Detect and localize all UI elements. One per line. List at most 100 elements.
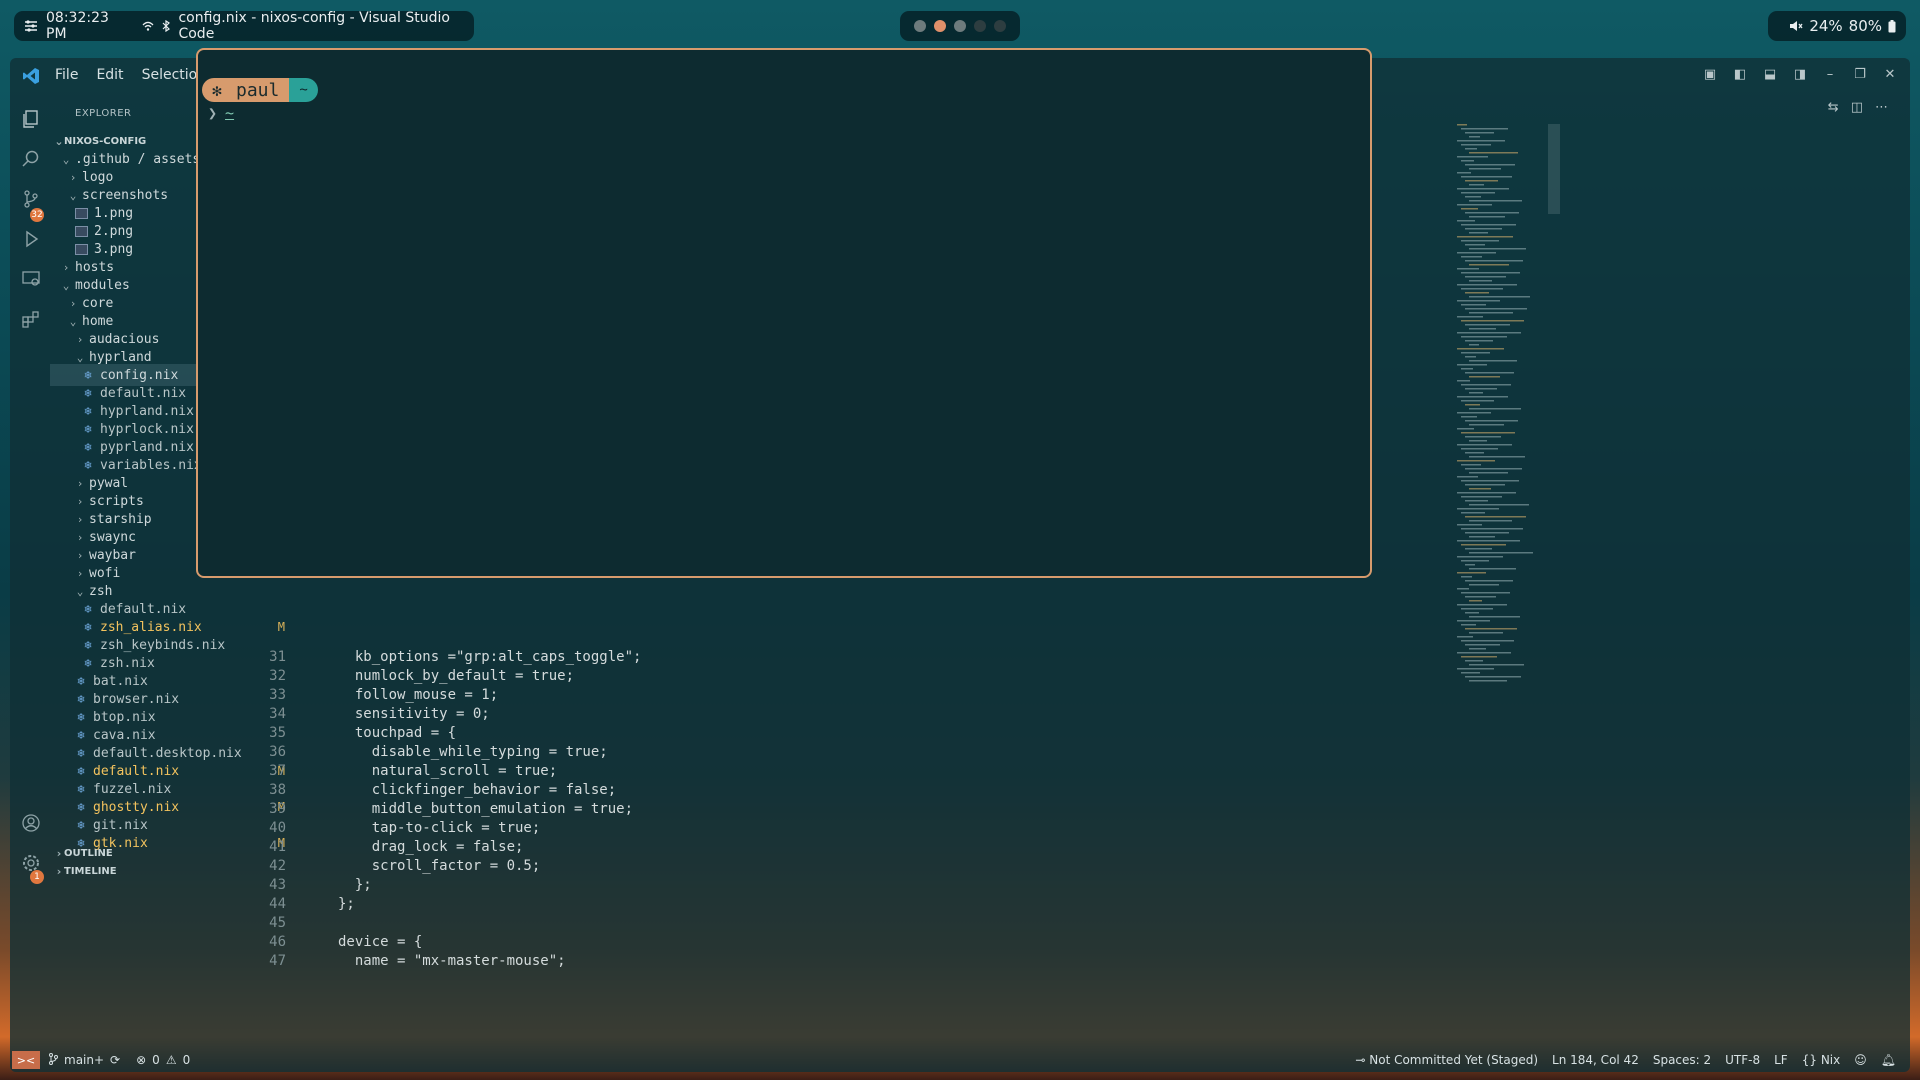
- minimap-line: [1457, 540, 1520, 542]
- tree-label: hyprlock.nix: [100, 421, 194, 437]
- accounts-icon[interactable]: [20, 812, 42, 834]
- bluetooth-icon[interactable]: [162, 20, 171, 32]
- close-icon[interactable]: ✕: [1882, 66, 1898, 82]
- workspace-dot-4[interactable]: [974, 20, 986, 32]
- chevron-right-icon: ›: [76, 512, 84, 526]
- chevron-down-icon: ⌄: [62, 152, 70, 166]
- minimap-line: [1465, 292, 1489, 294]
- workspace-dot-5[interactable]: [994, 20, 1006, 32]
- indentation[interactable]: Spaces: 2: [1653, 1053, 1711, 1067]
- tree-label: fuzzel.nix: [93, 781, 172, 797]
- minimap-line: [1457, 428, 1474, 430]
- minimap-line: [1465, 660, 1483, 662]
- cursor-position[interactable]: Ln 184, Col 42: [1552, 1053, 1639, 1067]
- tree-label: home: [82, 313, 114, 329]
- warning-count[interactable]: 0: [183, 1053, 191, 1067]
- toggle-secondary-sidebar-icon[interactable]: ◨: [1792, 66, 1808, 82]
- code-editor[interactable]: 31 kb_options ="grp:alt_caps_toggle"; 32 …: [250, 648, 1450, 971]
- menu-file[interactable]: File: [55, 67, 78, 83]
- code-text: tap-to-click = true;: [338, 820, 541, 836]
- vscode-logo-icon: [22, 67, 40, 85]
- tree-label: btop.nix: [93, 709, 156, 725]
- explorer-icon[interactable]: [20, 108, 42, 130]
- open-changes-icon[interactable]: ⇆: [1828, 100, 1839, 115]
- error-icon[interactable]: ⊗: [136, 1053, 146, 1067]
- line-number: 47: [269, 953, 286, 969]
- timeline-section[interactable]: › TIMELINE: [50, 860, 245, 882]
- minimap-line: [1465, 564, 1475, 566]
- workspaces: [900, 11, 1020, 41]
- run-debug-icon[interactable]: [20, 228, 42, 250]
- restore-icon[interactable]: ❐: [1852, 66, 1868, 82]
- code-text: kb_options ="grp:alt_caps_toggle";: [338, 649, 642, 665]
- minimap-line: [1461, 240, 1499, 242]
- source-control-badge: 32: [30, 208, 44, 222]
- workspace-dot-3[interactable]: [954, 20, 966, 32]
- tree-label: audacious: [89, 331, 160, 347]
- more-actions-icon[interactable]: ⋯: [1875, 100, 1888, 115]
- sync-icon[interactable]: ⟳: [110, 1053, 120, 1067]
- code-line: 31 kb_options ="grp:alt_caps_toggle";: [250, 648, 1450, 667]
- editor-scrollbar[interactable]: [1548, 124, 1560, 214]
- menu-edit[interactable]: Edit: [96, 67, 123, 83]
- toggle-sidebar-icon[interactable]: ◧: [1732, 66, 1748, 82]
- minimap-line: [1469, 600, 1482, 602]
- minimap-line: [1457, 412, 1491, 414]
- toggle-panel-icon[interactable]: ⬓: [1762, 66, 1778, 82]
- minimap-line: [1461, 576, 1472, 578]
- minimap-line: [1465, 372, 1514, 374]
- terminal-window[interactable]: ✻ paul ~ ❯ ~: [196, 48, 1372, 578]
- workspace-dot-2[interactable]: [934, 20, 946, 32]
- prompt-input[interactable]: ~: [225, 104, 234, 122]
- chevron-right-icon: ›: [69, 296, 77, 310]
- split-editor-icon[interactable]: ◫: [1851, 100, 1863, 115]
- chevron-down-icon: ⌄: [76, 584, 84, 598]
- remote-explorer-icon[interactable]: [20, 268, 42, 290]
- notifications-bell-icon[interactable]: 🔔︎: [1881, 1053, 1896, 1067]
- tree-label: scripts: [89, 493, 144, 509]
- minimap-line: [1465, 260, 1523, 262]
- source-control-icon[interactable]: [20, 188, 42, 210]
- minimap-line: [1457, 332, 1521, 334]
- minimap-line: [1457, 524, 1482, 526]
- minimap-line: [1469, 200, 1522, 202]
- code-line: 38 clickfinger_behavior = false;: [250, 781, 1450, 800]
- chevron-right-icon: ›: [56, 846, 62, 860]
- chevron-right-icon: ›: [76, 548, 84, 562]
- branch-icon: [48, 1052, 58, 1068]
- minimap-line: [1457, 556, 1503, 558]
- warning-icon[interactable]: ⚠: [166, 1053, 177, 1067]
- wifi-icon[interactable]: [142, 21, 154, 31]
- copilot-icon[interactable]: ☺: [1854, 1053, 1867, 1067]
- minimap-line: [1465, 212, 1519, 214]
- minimap-line: [1469, 376, 1500, 378]
- image-file-icon: [75, 225, 88, 237]
- minimap-line: [1457, 364, 1487, 366]
- encoding[interactable]: UTF-8: [1725, 1053, 1760, 1067]
- minimap-line: [1461, 608, 1493, 610]
- minimap-line: [1457, 140, 1505, 142]
- chevron-right-icon: ›: [69, 170, 77, 184]
- error-count[interactable]: 0: [152, 1053, 160, 1067]
- minimap-line: [1465, 420, 1518, 422]
- commit-status[interactable]: ⊸ Not Committed Yet (Staged): [1355, 1053, 1538, 1067]
- extensions-icon[interactable]: [20, 308, 42, 330]
- minimap-line: [1469, 360, 1517, 362]
- customize-layout-icon[interactable]: ▣: [1702, 66, 1718, 82]
- code-line: 41 drag_lock = false;: [250, 838, 1450, 857]
- nix-file-icon: ❄: [84, 440, 92, 454]
- git-branch[interactable]: main+: [64, 1053, 104, 1067]
- search-icon[interactable]: [20, 148, 42, 170]
- line-ending[interactable]: LF: [1774, 1053, 1788, 1067]
- line-number: 39: [269, 801, 286, 817]
- code-line: 45: [250, 914, 1450, 933]
- minimap[interactable]: [1455, 122, 1555, 682]
- remote-indicator-icon[interactable]: ><: [12, 1051, 40, 1069]
- minimap-line: [1461, 544, 1506, 546]
- minimize-icon[interactable]: –: [1822, 66, 1838, 82]
- language-mode[interactable]: {} Nix: [1802, 1053, 1841, 1067]
- volume-muted-icon[interactable]: [1789, 19, 1803, 33]
- workspace-dot-1[interactable]: [914, 20, 926, 32]
- settings-sliders-icon[interactable]: [24, 19, 38, 33]
- tree-label: config.nix: [100, 367, 179, 383]
